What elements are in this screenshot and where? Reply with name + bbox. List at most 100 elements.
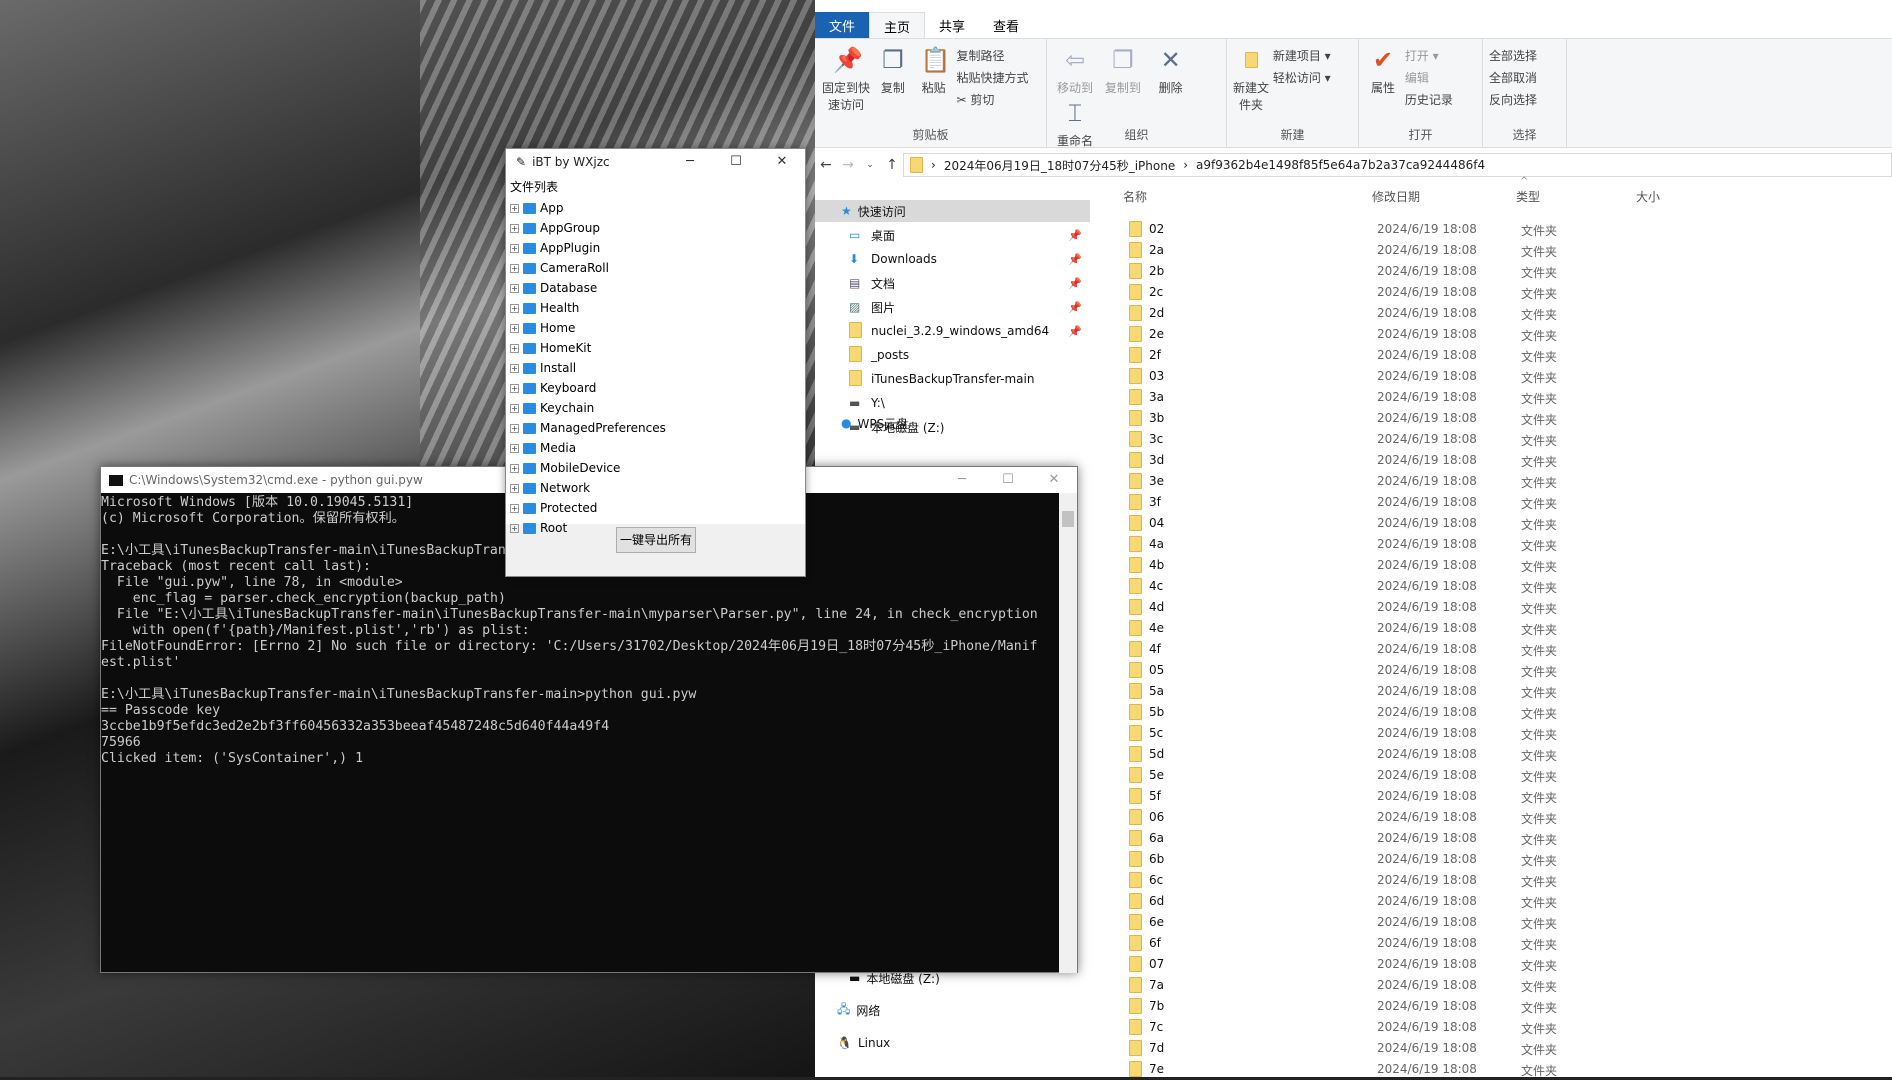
tree-item[interactable]: + AppGroup [510, 218, 802, 238]
expand-icon[interactable]: + [510, 303, 519, 313]
nav-item[interactable]: nuclei_3.2.9_windows_amd64 📌 [815, 320, 1090, 342]
expand-icon[interactable]: + [510, 383, 519, 393]
recent-dropdown[interactable]: ⌄ [859, 160, 881, 170]
nav-item[interactable]: ▤ 文档 📌 [815, 272, 1090, 294]
tree-item[interactable]: + App [510, 198, 802, 218]
table-row[interactable]: 6c 2024/6/19 18:08 文件夹 [1123, 870, 1883, 891]
maximize-button[interactable]: ☐ [713, 149, 759, 174]
pin-quick-access-button[interactable]: 📌 固定到快速访问 [821, 45, 871, 113]
expand-icon[interactable]: + [510, 523, 519, 533]
nav-item[interactable]: iTunesBackupTransfer-main [815, 368, 1090, 390]
export-all-button[interactable]: 一键导出所有 [616, 527, 696, 553]
pin-icon[interactable]: 📌 [1068, 301, 1082, 314]
table-row[interactable]: 2f 2024/6/19 18:08 文件夹 [1123, 345, 1883, 366]
table-row[interactable]: 7a 2024/6/19 18:08 文件夹 [1123, 975, 1883, 996]
table-row[interactable]: 4d 2024/6/19 18:08 文件夹 [1123, 597, 1883, 618]
paste-button[interactable]: 📋 粘贴 [915, 45, 953, 96]
tree-item[interactable]: + ManagedPreferences [510, 418, 802, 438]
tree-item[interactable]: + Keychain [510, 398, 802, 418]
table-row[interactable]: 4e 2024/6/19 18:08 文件夹 [1123, 618, 1883, 639]
table-row[interactable]: 5d 2024/6/19 18:08 文件夹 [1123, 744, 1883, 765]
table-row[interactable]: 6f 2024/6/19 18:08 文件夹 [1123, 933, 1883, 954]
table-row[interactable]: 2c 2024/6/19 18:08 文件夹 [1123, 282, 1883, 303]
copy-to-button[interactable]: ❐ 复制到 [1101, 45, 1145, 96]
table-row[interactable]: 4c 2024/6/19 18:08 文件夹 [1123, 576, 1883, 597]
tree-item[interactable]: + AppPlugin [510, 238, 802, 258]
nav-linux[interactable]: 🐧 Linux [815, 1032, 1090, 1054]
select-none-button[interactable]: 全部取消 [1489, 67, 1537, 89]
up-button[interactable]: ↑ [881, 157, 903, 173]
pin-icon[interactable]: 📌 [1068, 229, 1082, 242]
nav-item[interactable]: ▭ 桌面 📌 [815, 224, 1090, 246]
close-button[interactable]: ✕ [759, 149, 805, 174]
table-row[interactable]: 7b 2024/6/19 18:08 文件夹 [1123, 996, 1883, 1017]
table-row[interactable]: 6e 2024/6/19 18:08 文件夹 [1123, 912, 1883, 933]
tree-item[interactable]: + Database [510, 278, 802, 298]
new-folder-button[interactable]: 新建文件夹 [1233, 45, 1269, 113]
tab-share[interactable]: 共享 [925, 12, 979, 38]
table-row[interactable]: 02 2024/6/19 18:08 文件夹 [1123, 219, 1883, 240]
pin-icon[interactable]: 📌 [1068, 277, 1082, 290]
expand-icon[interactable]: + [510, 443, 519, 453]
table-row[interactable]: 5a 2024/6/19 18:08 文件夹 [1123, 681, 1883, 702]
nav-network[interactable]: 🖧 网络 [815, 999, 1090, 1021]
table-row[interactable]: 3e 2024/6/19 18:08 文件夹 [1123, 471, 1883, 492]
tab-home[interactable]: 主页 [869, 12, 926, 38]
invert-selection-button[interactable]: 反向选择 [1489, 89, 1537, 111]
expand-icon[interactable]: + [510, 403, 519, 413]
nav-item[interactable]: ▬ 本地磁盘 (Z:) [815, 416, 1090, 438]
nav-item[interactable]: ▬ Y:\ [815, 392, 1090, 414]
tree-item[interactable]: + Protected [510, 498, 802, 518]
paste-shortcut-button[interactable]: 粘贴快捷方式 [956, 67, 1028, 89]
table-row[interactable]: 2d 2024/6/19 18:08 文件夹 [1123, 303, 1883, 324]
expand-icon[interactable]: + [510, 323, 519, 333]
table-row[interactable]: 4f 2024/6/19 18:08 文件夹 [1123, 639, 1883, 660]
copy-button[interactable]: ❐ 复制 [875, 45, 911, 96]
tree-item[interactable]: + CameraRoll [510, 258, 802, 278]
tree-item[interactable]: + Install [510, 358, 802, 378]
breadcrumb-segment[interactable]: a9f9362b4e1498f85f5e64a7b2a37ca9244486f4 [1196, 158, 1485, 172]
copy-path-button[interactable]: 复制路径 [956, 45, 1028, 67]
table-row[interactable]: 6a 2024/6/19 18:08 文件夹 [1123, 828, 1883, 849]
nav-quick-access[interactable]: ★ 快速访问 [815, 200, 1090, 222]
table-row[interactable]: 07 2024/6/19 18:08 文件夹 [1123, 954, 1883, 975]
new-item-button[interactable]: 新建项目 ▾ [1273, 45, 1331, 67]
table-row[interactable]: 04 2024/6/19 18:08 文件夹 [1123, 513, 1883, 534]
vertical-scrollbar[interactable] [1059, 493, 1077, 973]
table-row[interactable]: 5c 2024/6/19 18:08 文件夹 [1123, 723, 1883, 744]
pin-icon[interactable]: 📌 [1068, 325, 1082, 338]
table-row[interactable]: 2a 2024/6/19 18:08 文件夹 [1123, 240, 1883, 261]
column-name[interactable]: 名称 [1123, 188, 1147, 205]
table-row[interactable]: 3b 2024/6/19 18:08 文件夹 [1123, 408, 1883, 429]
column-type[interactable]: 类型 [1516, 188, 1540, 205]
tree-item[interactable]: + MobileDevice [510, 458, 802, 478]
expand-icon[interactable]: + [510, 423, 519, 433]
tree-item[interactable]: + HomeKit [510, 338, 802, 358]
column-modified[interactable]: 修改日期 [1372, 188, 1420, 205]
properties-button[interactable]: ✔ 属性 [1365, 45, 1401, 96]
table-row[interactable]: 7d 2024/6/19 18:08 文件夹 [1123, 1038, 1883, 1059]
expand-icon[interactable]: + [510, 283, 519, 293]
table-row[interactable]: 3c 2024/6/19 18:08 文件夹 [1123, 429, 1883, 450]
maximize-button[interactable]: ☐ [985, 467, 1031, 492]
table-row[interactable]: 2e 2024/6/19 18:08 文件夹 [1123, 324, 1883, 345]
table-row[interactable]: 6b 2024/6/19 18:08 文件夹 [1123, 849, 1883, 870]
history-button[interactable]: 历史记录 [1405, 89, 1453, 111]
expand-icon[interactable]: + [510, 363, 519, 373]
pin-icon[interactable]: 📌 [1068, 253, 1082, 266]
minimize-button[interactable]: ─ [667, 149, 713, 174]
expand-icon[interactable]: + [510, 343, 519, 353]
table-row[interactable]: 3a 2024/6/19 18:08 文件夹 [1123, 387, 1883, 408]
move-to-button[interactable]: ⇦ 移动到 [1053, 45, 1097, 96]
open-button[interactable]: 打开 ▾ [1405, 45, 1453, 67]
table-row[interactable]: 5f 2024/6/19 18:08 文件夹 [1123, 786, 1883, 807]
expand-icon[interactable]: + [510, 263, 519, 273]
table-row[interactable]: 06 2024/6/19 18:08 文件夹 [1123, 807, 1883, 828]
table-row[interactable]: 03 2024/6/19 18:08 文件夹 [1123, 366, 1883, 387]
tab-file[interactable]: 文件 [815, 12, 870, 38]
expand-icon[interactable]: + [510, 483, 519, 493]
select-all-button[interactable]: 全部选择 [1489, 45, 1537, 67]
expand-icon[interactable]: + [510, 243, 519, 253]
forward-button[interactable]: → [837, 157, 859, 173]
edit-button[interactable]: 编辑 [1405, 67, 1453, 89]
